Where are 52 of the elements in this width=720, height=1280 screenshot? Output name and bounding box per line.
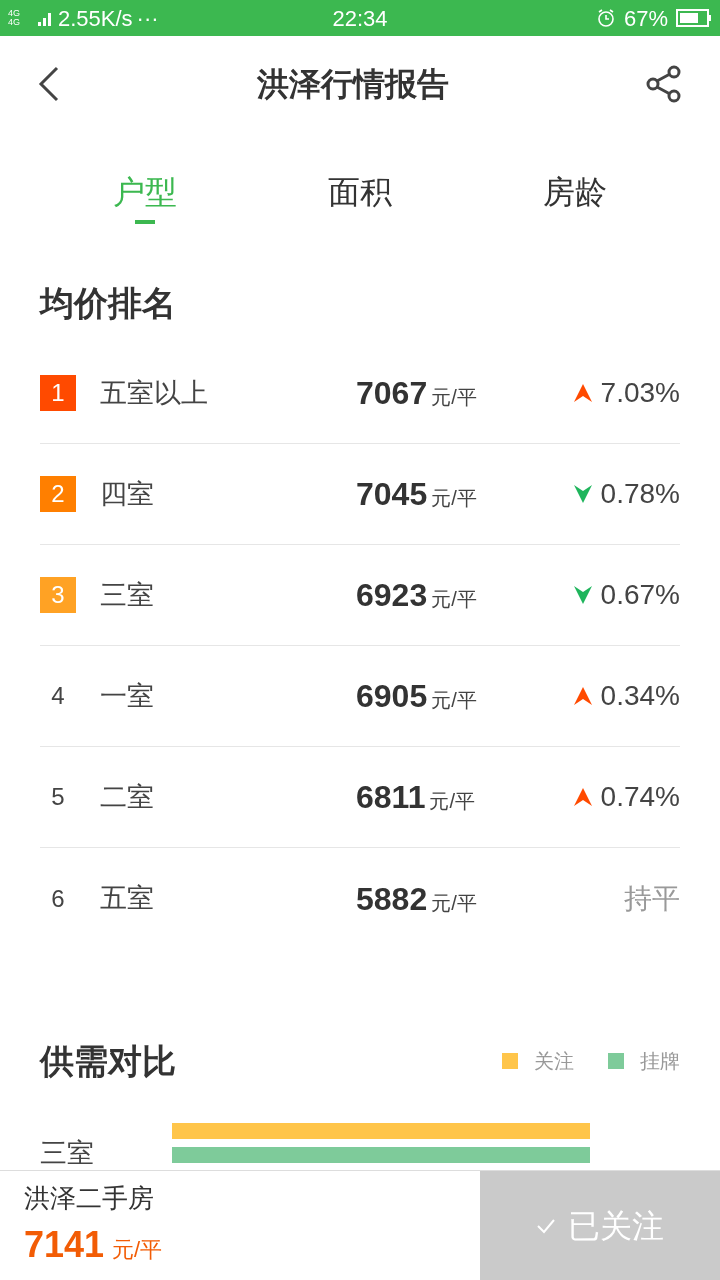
price-unit: 元/平 (431, 486, 477, 511)
share-icon[interactable] (646, 65, 682, 103)
rank-number: 4 (50, 681, 66, 711)
average-price: 6811 (356, 778, 426, 817)
section-title: 供需对比 (40, 1040, 177, 1082)
rank-number: 1 (40, 375, 76, 411)
signal-icon (38, 10, 54, 26)
check-icon (536, 1217, 556, 1234)
room-type: 四室 (100, 477, 155, 511)
rank-number: 5 (50, 782, 66, 812)
average-price: 6923 (356, 576, 428, 615)
price-change: 持平 (624, 881, 680, 916)
room-type: 三室 (100, 578, 155, 612)
tab[interactable]: 面积 (252, 168, 468, 262)
price-unit: 元/平 (112, 1236, 163, 1264)
price-change: 0.78% (600, 477, 680, 511)
rank-number: 2 (40, 476, 76, 512)
average-price: 6905 (356, 677, 428, 716)
room-type: 五室以上 (100, 376, 209, 410)
battery-icon (676, 9, 712, 27)
price-unit: 元/平 (429, 789, 475, 814)
price-unit: 元/平 (431, 688, 477, 713)
clock: 22:34 (331, 4, 389, 33)
average-price: 7067 (356, 374, 428, 413)
market-name: 洪泽二手房 (24, 1182, 155, 1215)
section-title: 均价排名 (40, 283, 177, 324)
rank-number: 3 (40, 577, 76, 613)
rank-number: 6 (50, 883, 66, 914)
price-change: 7.03% (600, 376, 680, 410)
page-title: 洪泽行情报告 (256, 65, 450, 104)
tab[interactable]: 房龄 (467, 168, 682, 262)
average-price: 7045 (356, 475, 428, 514)
room-type: 一室 (100, 679, 155, 713)
price-change: 0.67% (600, 578, 680, 612)
bar-label: 三室 (40, 1137, 95, 1170)
battery-percent: 67% (623, 4, 668, 33)
price-change: 0.74% (600, 780, 680, 814)
network-label: 4G 4G (8, 9, 21, 27)
network-speed: 2.55K/s (58, 4, 133, 33)
price-change: 0.34% (600, 679, 680, 713)
price-unit: 元/平 (431, 385, 477, 410)
room-type: 五室 (100, 882, 155, 916)
more-dots: ··· (136, 4, 159, 33)
price-unit: 元/平 (431, 890, 477, 916)
average-price: 5882 (356, 879, 428, 919)
back-icon[interactable] (38, 66, 60, 102)
price-unit: 元/平 (431, 587, 477, 612)
market-price: 7141 (24, 1223, 105, 1267)
legend-label: 关注 (534, 1049, 574, 1074)
legend-label: 挂牌 (640, 1049, 680, 1074)
alarm-icon (595, 8, 616, 28)
room-type: 二室 (100, 780, 155, 814)
